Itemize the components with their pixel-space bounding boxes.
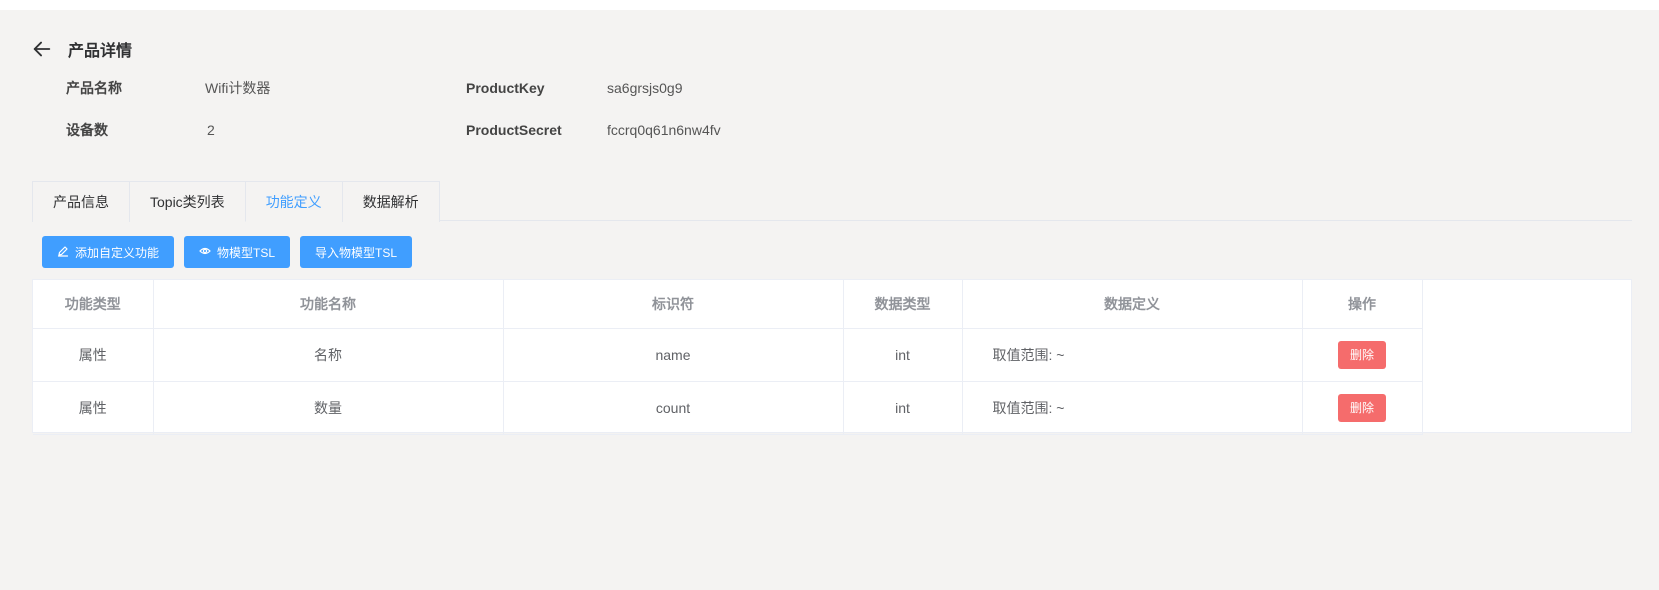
column-header: 功能类型 — [33, 280, 154, 329]
import-tsl-button[interactable]: 导入物模型TSL — [300, 236, 413, 268]
add-custom-function-button[interactable]: 添加自定义功能 — [42, 236, 175, 268]
action-cell: 删除 — [1302, 328, 1423, 382]
data-type-cell: int — [843, 381, 963, 435]
function-name-cell: 数量 — [153, 381, 504, 435]
column-header: 标识符 — [503, 280, 844, 329]
device-count-value: 2 — [207, 122, 215, 138]
function-type-cell: 属性 — [33, 381, 154, 435]
delete-button[interactable]: 删除 — [1337, 393, 1386, 422]
eye-icon — [199, 245, 211, 260]
product-secret-value: fccrq0q61n6nw4fv — [607, 122, 721, 138]
top-bar — [0, 0, 1659, 10]
toolbar: 添加自定义功能 物模型TSL 导入物模型TSL — [42, 236, 413, 268]
delete-button[interactable]: 删除 — [1337, 340, 1386, 369]
table-row: 属性 数量 count int 取值范围: ~ 删除 — [33, 381, 1423, 435]
view-tsl-label: 物模型TSL — [217, 245, 276, 260]
identifier-cell: name — [503, 328, 844, 382]
table-row: 属性 名称 name int 取值范围: ~ 删除 — [33, 328, 1423, 382]
product-secret-label: ProductSecret — [466, 122, 562, 138]
product-key-label: ProductKey — [466, 80, 545, 96]
column-header: 操作 — [1302, 280, 1423, 329]
page-title: 产品详情 — [68, 43, 133, 60]
tab-topic-list[interactable]: Topic类列表 — [129, 182, 245, 222]
data-definition-cell: 取值范围: ~ — [962, 381, 1303, 435]
tab-bar: 产品信息 Topic类列表 功能定义 数据解析 — [32, 181, 1632, 222]
arrow-left-icon[interactable] — [30, 37, 54, 61]
view-tsl-button[interactable]: 物模型TSL — [184, 236, 291, 268]
column-header: 数据类型 — [843, 280, 963, 329]
column-header: 数据定义 — [962, 280, 1303, 329]
identifier-cell: count — [503, 381, 844, 435]
device-count-label: 设备数 — [66, 122, 108, 138]
tab-data-parsing[interactable]: 数据解析 — [341, 182, 439, 222]
import-tsl-label: 导入物模型TSL — [315, 245, 398, 260]
product-name-label: 产品名称 — [66, 80, 122, 96]
tab-function-definition[interactable]: 功能定义 — [244, 182, 342, 222]
function-name-cell: 名称 — [153, 328, 504, 382]
function-type-cell: 属性 — [33, 328, 154, 382]
action-cell: 删除 — [1302, 381, 1423, 435]
function-table: 功能类型 功能名称 标识符 数据类型 数据定义 操作 属性 名称 name in… — [32, 279, 1632, 435]
edit-icon — [57, 245, 69, 260]
function-table-grid: 功能类型 功能名称 标识符 数据类型 数据定义 操作 属性 名称 name in… — [33, 280, 1423, 435]
table-header-row: 功能类型 功能名称 标识符 数据类型 数据定义 操作 — [33, 280, 1423, 329]
data-type-cell: int — [843, 328, 963, 382]
product-key-value: sa6grsjs0g9 — [607, 80, 683, 96]
product-name-value: Wifi计数器 — [205, 80, 271, 96]
tab-list: 产品信息 Topic类列表 功能定义 数据解析 — [32, 181, 440, 222]
add-custom-function-label: 添加自定义功能 — [75, 245, 160, 260]
page-header: 产品详情 — [30, 37, 132, 61]
tab-product-info[interactable]: 产品信息 — [33, 182, 129, 222]
data-definition-cell: 取值范围: ~ — [962, 328, 1303, 382]
column-header: 功能名称 — [153, 280, 504, 329]
